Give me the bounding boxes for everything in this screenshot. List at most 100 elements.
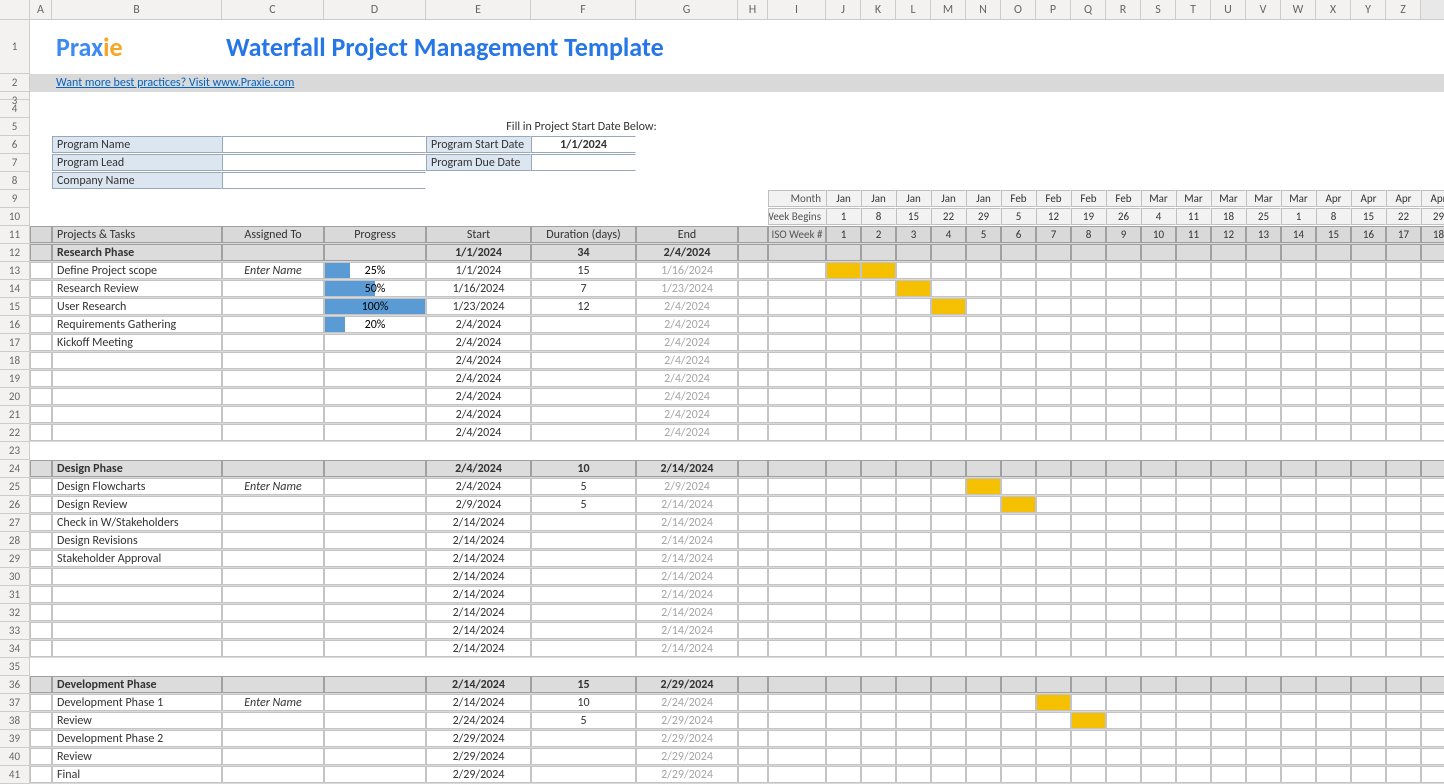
gantt-cell[interactable] [826, 730, 861, 747]
gantt-cell[interactable] [1001, 298, 1036, 315]
task-start[interactable]: 2/4/2024 [426, 406, 531, 423]
row-header-21[interactable]: 21 [0, 406, 30, 424]
assigned-to[interactable] [222, 406, 324, 423]
gantt-header-cell[interactable]: Mar [1176, 190, 1211, 207]
gantt-cell[interactable] [1316, 424, 1351, 441]
gantt-cell[interactable] [1036, 622, 1071, 639]
gantt-cell[interactable] [1246, 244, 1281, 261]
row-header-20[interactable]: 20 [0, 388, 30, 406]
task-duration[interactable] [531, 748, 636, 765]
gantt-cell[interactable] [1001, 478, 1036, 495]
assigned-to[interactable]: Enter Name [222, 478, 324, 495]
gantt-cell[interactable] [966, 244, 1001, 261]
assigned-to[interactable] [222, 550, 324, 567]
row-header-29[interactable]: 29 [0, 550, 30, 568]
gantt-cell[interactable] [1386, 352, 1421, 369]
gantt-cell[interactable] [966, 334, 1001, 351]
gantt-cell[interactable] [1386, 334, 1421, 351]
gantt-cell[interactable] [1351, 586, 1386, 603]
gantt-cell[interactable] [826, 316, 861, 333]
gantt-cell[interactable] [861, 622, 896, 639]
gantt-cell[interactable] [1421, 316, 1444, 333]
gantt-cell[interactable] [1106, 334, 1141, 351]
gantt-cell[interactable] [1001, 640, 1036, 657]
gantt-header-cell[interactable]: 29 [1421, 208, 1444, 225]
column-header[interactable]: Duration (days) [531, 226, 636, 243]
info-label[interactable]: Program Name [52, 136, 222, 153]
gantt-cell[interactable] [1001, 604, 1036, 621]
gantt-cell[interactable] [931, 460, 966, 477]
gantt-cell[interactable] [1246, 496, 1281, 513]
gantt-header-cell[interactable]: Mar [1211, 190, 1246, 207]
gantt-cell[interactable] [826, 622, 861, 639]
gantt-cell[interactable] [1211, 406, 1246, 423]
gantt-cell[interactable] [1246, 550, 1281, 567]
gantt-cell[interactable] [966, 748, 1001, 765]
gantt-cell[interactable] [1176, 298, 1211, 315]
progress-cell[interactable] [324, 604, 426, 621]
gantt-cell[interactable] [1071, 478, 1106, 495]
gantt-cell[interactable] [1036, 676, 1071, 693]
gantt-cell[interactable] [1106, 550, 1141, 567]
gantt-cell[interactable] [1351, 406, 1386, 423]
assigned-to[interactable] [222, 748, 324, 765]
gantt-cell[interactable] [1001, 676, 1036, 693]
progress-cell[interactable] [324, 748, 426, 765]
gantt-cell[interactable] [1316, 712, 1351, 729]
gantt-cell[interactable] [896, 622, 931, 639]
gantt-cell[interactable] [1001, 568, 1036, 585]
gantt-cell[interactable] [1036, 334, 1071, 351]
gantt-header-cell[interactable]: 15 [1316, 226, 1351, 243]
gantt-cell[interactable] [1281, 730, 1316, 747]
gantt-cell[interactable] [1141, 604, 1176, 621]
task-name[interactable]: Requirements Gathering [52, 316, 222, 333]
gantt-cell[interactable] [1036, 388, 1071, 405]
task-name[interactable]: Development Phase 2 [52, 730, 222, 747]
column-header[interactable]: Progress [324, 226, 426, 243]
progress-cell[interactable] [324, 424, 426, 441]
gantt-cell[interactable] [1071, 604, 1106, 621]
gantt-cell[interactable] [826, 496, 861, 513]
gantt-cell[interactable] [1421, 262, 1444, 279]
info-label[interactable]: Program Start Date [426, 136, 531, 153]
gantt-cell[interactable] [1281, 676, 1316, 693]
task-duration[interactable] [531, 766, 636, 783]
column-header-N[interactable]: N [966, 0, 1001, 19]
gantt-cell[interactable] [896, 244, 931, 261]
gantt-cell[interactable] [1421, 460, 1444, 477]
gantt-cell[interactable] [861, 298, 896, 315]
gantt-cell[interactable] [1281, 478, 1316, 495]
gantt-header-cell[interactable]: 9 [1106, 226, 1141, 243]
gantt-cell[interactable] [1421, 604, 1444, 621]
gantt-cell[interactable] [861, 352, 896, 369]
gantt-cell[interactable] [1351, 730, 1386, 747]
gantt-cell[interactable] [1001, 586, 1036, 603]
gantt-cell[interactable] [931, 334, 966, 351]
gantt-cell[interactable] [1001, 352, 1036, 369]
task-end[interactable]: 2/14/2024 [636, 586, 738, 603]
gantt-cell[interactable] [896, 550, 931, 567]
gantt-cell[interactable] [1386, 406, 1421, 423]
gantt-cell[interactable] [861, 370, 896, 387]
gantt-cell[interactable] [1281, 712, 1316, 729]
task-name[interactable] [52, 568, 222, 585]
gantt-cell[interactable] [1351, 514, 1386, 531]
gantt-cell[interactable] [826, 280, 861, 297]
column-header-I[interactable]: I [768, 0, 826, 19]
column-header[interactable]: Assigned To [222, 226, 324, 243]
gantt-cell[interactable] [861, 586, 896, 603]
task-duration[interactable] [531, 568, 636, 585]
gantt-header-cell[interactable]: Feb [1001, 190, 1036, 207]
gantt-cell[interactable] [966, 298, 1001, 315]
gantt-cell[interactable] [896, 730, 931, 747]
assigned-to[interactable] [222, 298, 324, 315]
gantt-header-cell[interactable]: 12 [1036, 208, 1071, 225]
gantt-cell[interactable] [1421, 586, 1444, 603]
gantt-cell[interactable] [1211, 424, 1246, 441]
gantt-cell[interactable] [1176, 766, 1211, 783]
gantt-cell[interactable] [1001, 460, 1036, 477]
gantt-cell[interactable] [1351, 694, 1386, 711]
gantt-cell[interactable] [826, 244, 861, 261]
gantt-cell[interactable] [826, 586, 861, 603]
gantt-cell[interactable] [1036, 406, 1071, 423]
